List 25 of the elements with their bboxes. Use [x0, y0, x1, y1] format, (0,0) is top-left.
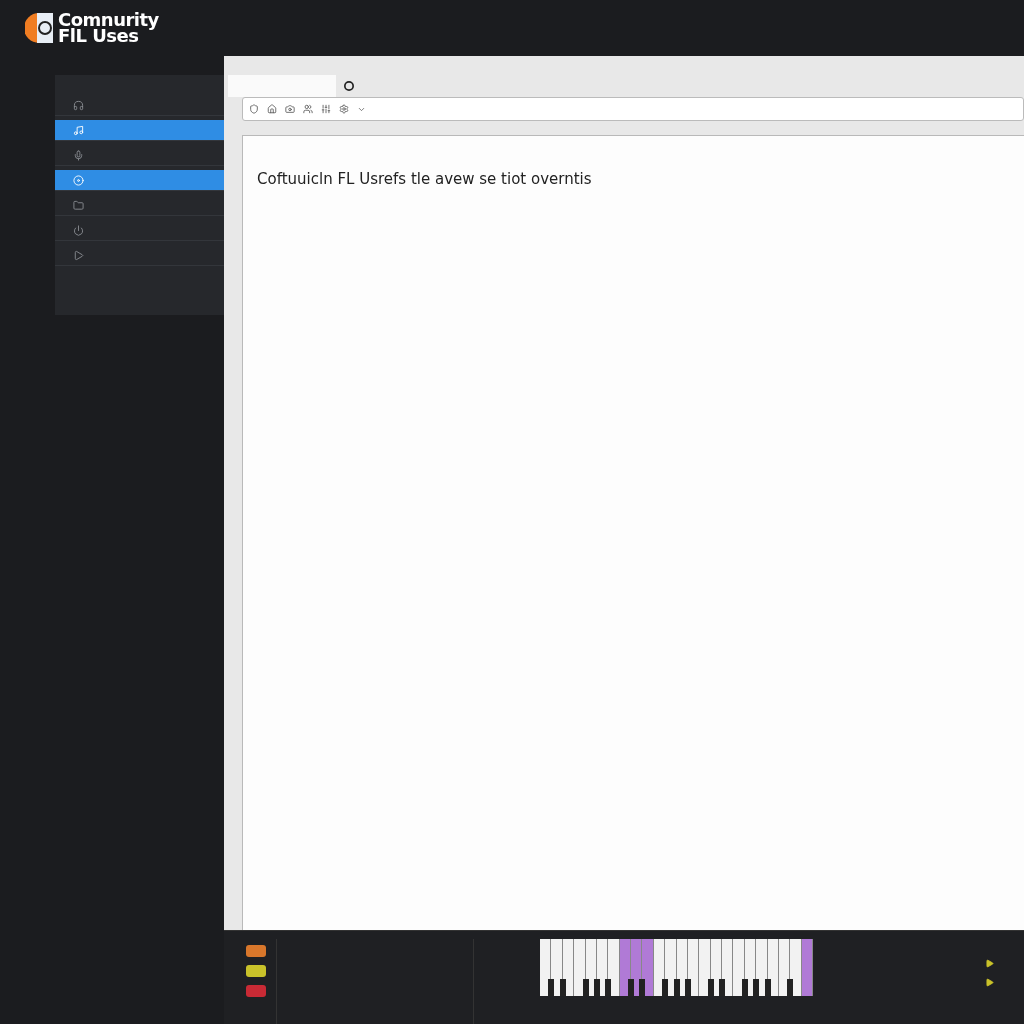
logo-text: Comnurity — [58, 12, 159, 28]
headphones-icon — [73, 99, 84, 111]
channel-badge[interactable] — [246, 945, 266, 957]
toolbar-icon[interactable] — [249, 104, 259, 114]
play-icon[interactable] — [985, 978, 994, 987]
channel-badge[interactable] — [246, 965, 266, 977]
sidebar-item[interactable] — [55, 170, 224, 191]
logo-text: FlL Uses — [58, 28, 139, 44]
piano-keyboard[interactable] — [540, 939, 813, 996]
toolbar-icon[interactable] — [285, 104, 295, 114]
toolbar-icon[interactable] — [303, 104, 313, 114]
disc-icon — [73, 174, 84, 186]
folder-icon — [73, 199, 84, 211]
logo-icon — [25, 11, 55, 45]
sidebar-item[interactable] — [55, 120, 224, 141]
play-icon — [73, 249, 84, 261]
document-heading: Coftuuicln FL Usrefs tle avew se tiot overntis — [257, 170, 593, 188]
power-icon — [73, 224, 84, 236]
toolbar-icon[interactable] — [339, 104, 349, 114]
play-icon[interactable] — [985, 959, 994, 968]
circle-icon[interactable] — [344, 81, 354, 91]
microphone-icon — [73, 149, 84, 161]
toolbar-icon[interactable] — [267, 104, 277, 114]
music-note-icon — [73, 124, 84, 136]
toolbar-icon[interactable] — [321, 104, 331, 114]
